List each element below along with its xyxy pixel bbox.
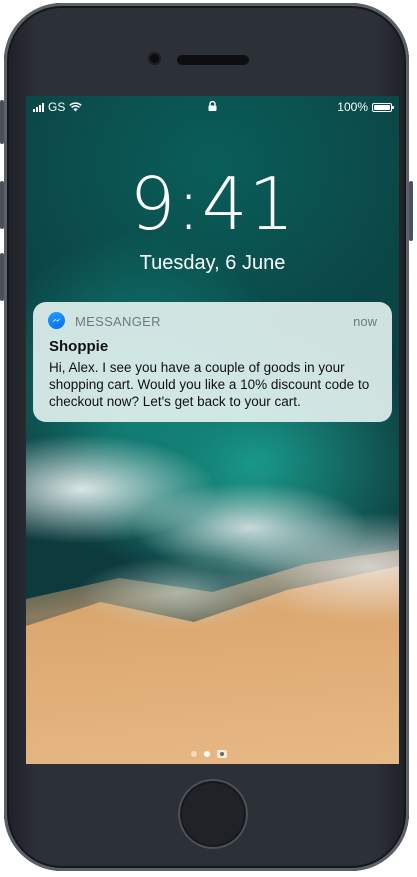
notification-header: MESSANGER now	[33, 302, 392, 340]
battery-icon	[372, 102, 394, 112]
front-camera	[148, 52, 161, 65]
page-indicator	[191, 750, 227, 758]
earpiece-speaker	[177, 55, 249, 65]
volume-down-button	[0, 253, 4, 301]
power-button	[409, 181, 413, 241]
status-bar-left: GS	[33, 100, 83, 114]
notification-app-name: MESSANGER	[75, 314, 161, 329]
volume-up-button	[0, 181, 4, 229]
notification-time: now	[353, 314, 377, 329]
notification-card[interactable]: MESSANGER now Shoppie Hi, Alex. I see yo…	[33, 302, 392, 422]
page-dot	[191, 751, 197, 757]
lock-time: 9:41	[129, 162, 296, 246]
carrier-label: GS	[48, 100, 66, 114]
mute-switch	[0, 100, 4, 144]
phone-frame: GS 100% 9:41 Tuesday, 6 June MESSANGER n…	[0, 3, 413, 871]
wifi-icon	[69, 102, 83, 112]
lock-date: Tuesday, 6 June	[139, 252, 286, 274]
cellular-signal-icon	[33, 102, 44, 112]
wallpaper-foam	[26, 411, 399, 671]
battery-fill	[374, 104, 390, 110]
home-button[interactable]	[178, 779, 248, 849]
battery-percent: 100%	[337, 100, 368, 114]
page-dot-active	[204, 751, 210, 757]
messenger-icon	[48, 312, 65, 329]
status-bar: GS 100%	[26, 96, 399, 118]
notification-body: Hi, Alex. I see you have a couple of goo…	[49, 360, 370, 409]
status-bar-right: 100%	[337, 100, 394, 114]
lock-icon	[208, 101, 217, 111]
lock-screen: GS 100% 9:41 Tuesday, 6 June MESSANGER n…	[26, 96, 399, 764]
notification-title: Shoppie	[49, 338, 109, 355]
camera-icon[interactable]	[217, 750, 227, 758]
